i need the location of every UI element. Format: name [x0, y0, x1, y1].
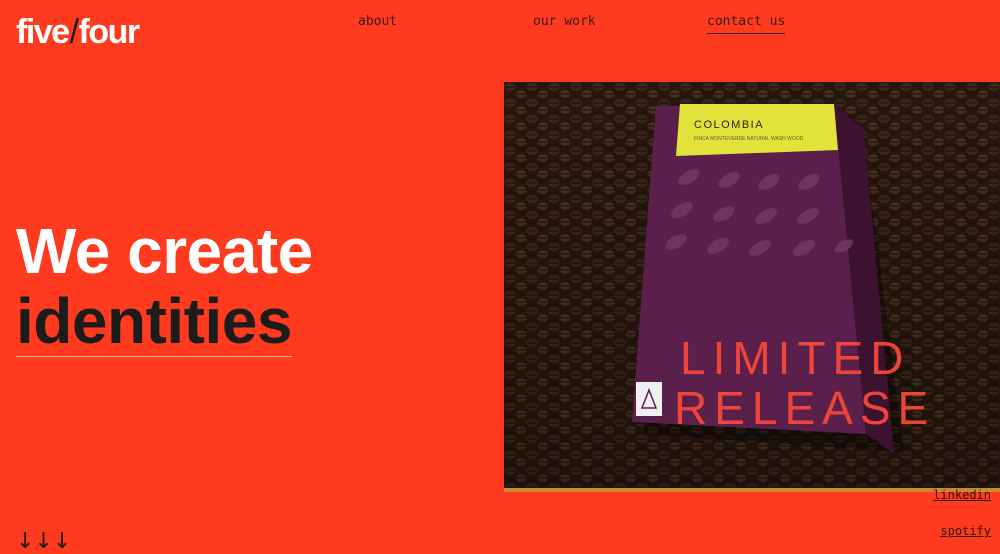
image-accent-bar [504, 488, 1000, 492]
coffee-package-illustration: COLOMBIA FINCA MONTEVERDE NATURAL WASH W… [504, 82, 1000, 488]
social-link-spotify[interactable]: spotify [940, 524, 991, 538]
logo-part-five: five [16, 13, 70, 51]
package-release-text: RELEASE [674, 382, 935, 434]
package-badge [636, 382, 662, 416]
logo-slash: / [69, 13, 79, 51]
nav-link-about[interactable]: about [358, 13, 397, 31]
nav-link-our-work[interactable]: our work [533, 13, 596, 31]
hero-image: COLOMBIA FINCA MONTEVERDE NATURAL WASH W… [504, 82, 1000, 488]
social-link-facebook[interactable]: facebook [933, 448, 991, 462]
logo-part-four: four [78, 13, 141, 51]
logo[interactable]: five/four [16, 12, 141, 52]
package-title: COLOMBIA [694, 119, 764, 131]
scroll-down-arrows-icon[interactable]: ↓↓↓ [16, 530, 71, 554]
social-link-linkedin[interactable]: linkedin [933, 488, 991, 502]
nav-link-contact-us[interactable]: contact us [707, 13, 786, 34]
hero-line-identities: identities [16, 285, 292, 357]
hero-headline: We create identities [16, 216, 313, 357]
package-subtitle: FINCA MONTEVERDE NATURAL WASH WOOD [694, 136, 804, 142]
package-limited-text: LIMITED [680, 332, 910, 384]
hero-line-we-create: We create [16, 215, 313, 287]
